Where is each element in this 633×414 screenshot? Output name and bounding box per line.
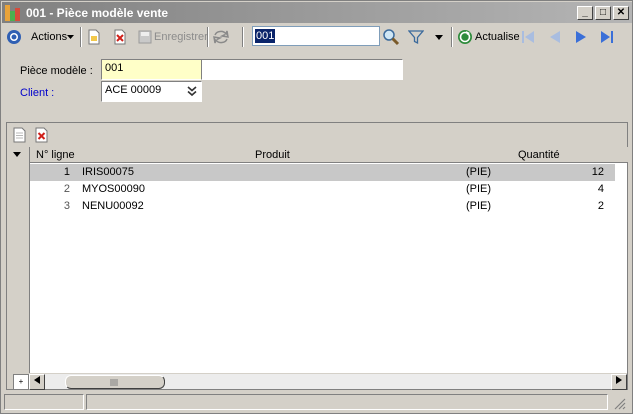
filter-icon — [408, 30, 424, 45]
toolbar: Actions Enregistrer 001 Actualise — [2, 24, 632, 50]
toolbar-separator — [242, 27, 244, 47]
actions-button[interactable]: Actions — [6, 27, 75, 47]
new-line-icon — [13, 127, 26, 143]
filter-button[interactable] — [408, 27, 424, 47]
add-row-toggle[interactable]: + — [13, 374, 29, 390]
table-row[interactable]: 2 MYOS00090 (PIE) 4 — [30, 181, 615, 198]
refresh-label: Actualise — [475, 31, 520, 43]
search-input[interactable]: 001 — [252, 26, 380, 46]
piece-label: Pièce modèle : — [20, 65, 93, 77]
delete-line-icon — [35, 127, 48, 143]
new-document-icon — [88, 29, 100, 45]
product-code: IRIS00075 — [82, 166, 134, 178]
arrow-right-icon — [616, 376, 622, 384]
search-icon — [383, 29, 400, 46]
delete-line-button[interactable] — [35, 127, 49, 146]
double-chevron-down-icon — [187, 86, 197, 97]
arrow-left-icon — [34, 376, 40, 384]
first-icon — [522, 31, 534, 43]
grid-toolbar — [7, 123, 627, 145]
quantity: 12 — [591, 166, 604, 178]
scroll-right-button[interactable] — [611, 374, 627, 390]
chevron-down-icon — [67, 34, 75, 39]
next-record-button[interactable] — [573, 27, 589, 47]
close-button[interactable]: ✕ — [613, 6, 629, 20]
resize-grip-icon[interactable] — [614, 398, 626, 410]
sync-icon — [213, 30, 229, 44]
column-header-quantity[interactable]: Quantité — [518, 149, 560, 161]
last-icon — [601, 31, 613, 43]
grip-icon — [110, 379, 118, 386]
piece-code-field[interactable]: 001 — [101, 59, 202, 80]
column-header-product[interactable]: Produit — [255, 149, 290, 161]
window-title: 001 - Pièce modèle vente — [26, 6, 169, 20]
table-row[interactable]: 3 NENU00092 (PIE) 2 — [30, 198, 615, 215]
next-icon — [576, 31, 586, 43]
grid-body: N° ligne Produit Quantité 1 IRIS00075 (P… — [29, 147, 628, 389]
quantity: 2 — [597, 200, 604, 212]
first-record-button[interactable] — [520, 27, 536, 47]
product-code: NENU00092 — [82, 200, 144, 212]
row-selector-column — [7, 147, 29, 389]
actions-label: Actions — [31, 31, 68, 43]
client-link[interactable]: Client : — [20, 87, 54, 99]
delete-button[interactable] — [112, 27, 128, 47]
toolbar-separator — [207, 27, 209, 47]
product-unit: (PIE) — [466, 183, 492, 195]
actions-icon — [7, 30, 21, 44]
horizontal-scrollbar[interactable]: + — [13, 373, 627, 390]
previous-icon — [550, 31, 560, 43]
piece-description-field[interactable] — [201, 59, 403, 80]
client-field[interactable]: ACE 00009 — [101, 81, 202, 102]
save-label: Enregistrer — [154, 31, 208, 43]
save-button[interactable]: Enregistrer — [137, 27, 208, 47]
table-row[interactable]: 1 IRIS00075 (PIE) 12 — [30, 164, 615, 181]
chevron-down-icon — [435, 34, 443, 40]
lines-grid: N° ligne Produit Quantité 1 IRIS00075 (P… — [6, 122, 628, 390]
scroll-thumb[interactable] — [65, 375, 165, 389]
search-value: 001 — [255, 29, 276, 43]
refresh-button[interactable]: Actualise — [457, 27, 520, 47]
filter-dropdown-button[interactable] — [435, 27, 443, 47]
add-line-button[interactable] — [13, 127, 27, 146]
new-button[interactable] — [86, 27, 102, 47]
toolbar-separator — [451, 27, 453, 47]
status-pane-2 — [86, 394, 608, 410]
delete-icon — [114, 29, 126, 45]
quantity: 4 — [597, 183, 604, 195]
sync-button[interactable] — [212, 27, 230, 47]
refresh-icon — [458, 30, 472, 44]
client-value: ACE 00009 — [105, 84, 162, 96]
minimize-button[interactable]: _ — [577, 6, 593, 20]
status-bar — [4, 392, 630, 411]
product-unit: (PIE) — [466, 200, 492, 212]
line-number: 3 — [63, 200, 70, 212]
search-button[interactable] — [382, 27, 400, 47]
column-header-line[interactable]: N° ligne — [36, 149, 75, 161]
app-icon — [5, 5, 23, 21]
client-lookup-button[interactable] — [185, 84, 199, 98]
toolbar-separator — [80, 27, 82, 47]
maximize-button[interactable]: □ — [595, 6, 611, 20]
last-record-button[interactable] — [599, 27, 615, 47]
product-unit: (PIE) — [466, 166, 492, 178]
product-code: MYOS00090 — [82, 183, 145, 195]
status-pane-1 — [4, 394, 84, 410]
app-window: 001 - Pièce modèle vente _ □ ✕ Actions E… — [0, 0, 633, 414]
line-number: 1 — [63, 166, 70, 178]
previous-record-button[interactable] — [547, 27, 563, 47]
grid-header: N° ligne Produit Quantité — [30, 147, 628, 163]
column-menu-icon[interactable] — [13, 152, 21, 157]
save-icon — [138, 30, 152, 44]
title-bar[interactable]: 001 - Pièce modèle vente _ □ ✕ — [2, 2, 632, 23]
line-number: 2 — [63, 183, 70, 195]
scroll-left-button[interactable] — [29, 374, 45, 390]
